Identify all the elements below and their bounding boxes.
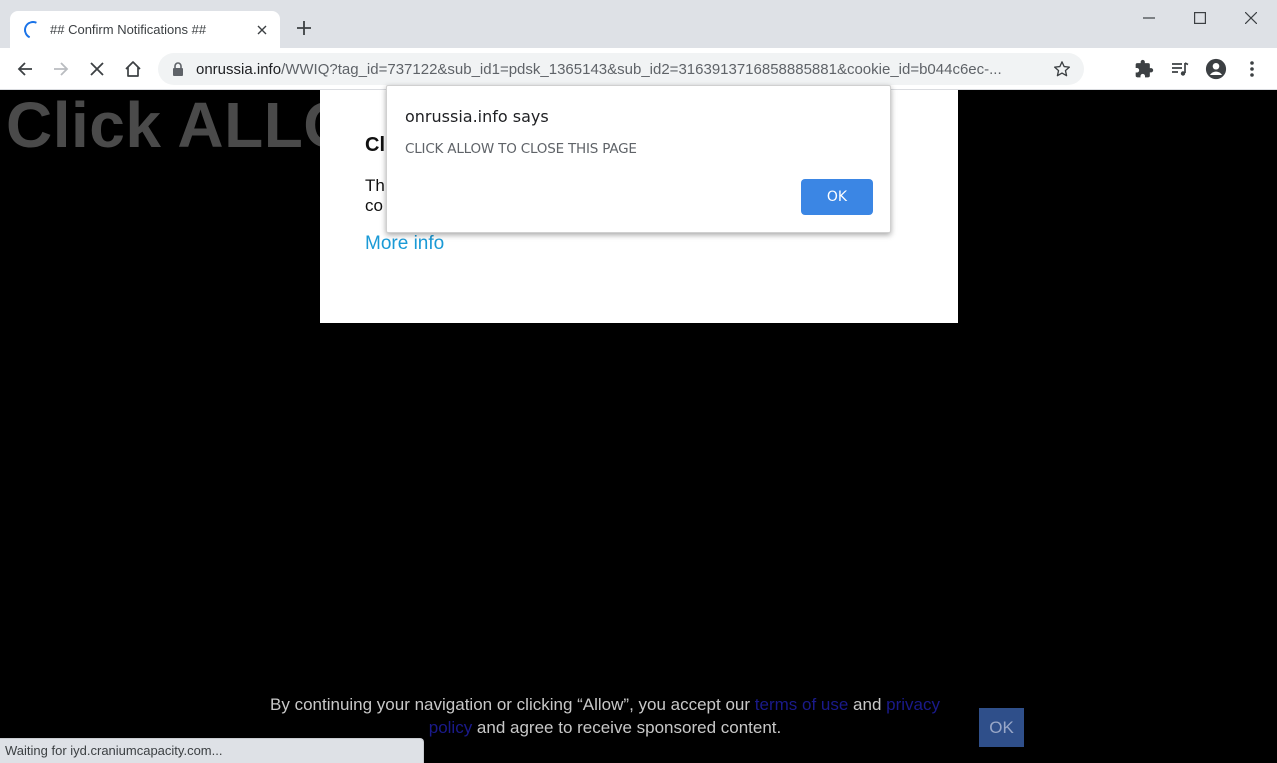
tab-active[interactable]: ## Confirm Notifications ##: [10, 11, 280, 48]
maximize-button[interactable]: [1175, 0, 1225, 36]
browser-toolbar: onrussia.info/WWIQ?tag_id=737122&sub_id1…: [0, 48, 1277, 90]
terms-of-use-link[interactable]: terms of use: [755, 695, 849, 714]
arrow-left-icon: [17, 62, 32, 76]
status-bubble: Waiting for iyd.craniumcapacity.com...: [0, 738, 424, 763]
forward-button[interactable]: [47, 55, 75, 83]
browser-window: ## Confirm Notifications ## onrussia.inf…: [0, 0, 1277, 763]
modal-title: Cl: [365, 134, 385, 156]
consent-text-middle: and: [848, 695, 887, 714]
alert-heading: onrussia.info says: [405, 107, 549, 126]
puzzle-icon: [1135, 59, 1154, 78]
plus-icon: [297, 21, 311, 35]
home-icon: [125, 61, 141, 77]
tab-close-icon[interactable]: [252, 20, 272, 40]
url-text[interactable]: onrussia.info/WWIQ?tag_id=737122&sub_id1…: [196, 61, 1048, 78]
stop-icon: [90, 62, 104, 76]
consent-banner-text: By continuing your navigation or clickin…: [250, 693, 960, 739]
profile-button[interactable]: [1202, 55, 1230, 83]
address-bar[interactable]: onrussia.info/WWIQ?tag_id=737122&sub_id1…: [158, 53, 1084, 85]
home-button[interactable]: [119, 55, 147, 83]
arrow-right-icon: [54, 62, 69, 76]
star-icon: [1053, 61, 1071, 77]
media-queue-icon: [1172, 62, 1189, 76]
minimize-icon: [1143, 17, 1155, 19]
consent-text-before: By continuing your navigation or clickin…: [270, 695, 755, 714]
alert-message: CLICK ALLOW TO CLOSE THIS PAGE: [405, 141, 637, 157]
close-window-button[interactable]: [1226, 0, 1276, 36]
more-info-link[interactable]: More info: [365, 233, 444, 255]
maximize-icon: [1194, 12, 1206, 24]
new-tab-button[interactable]: [292, 16, 316, 40]
js-alert-dialog: onrussia.info says CLICK ALLOW TO CLOSE …: [386, 85, 891, 233]
more-vert-icon: [1250, 61, 1254, 77]
chrome-menu-button[interactable]: [1238, 55, 1266, 83]
tab-strip: ## Confirm Notifications ##: [0, 0, 1277, 48]
extensions-button[interactable]: [1130, 55, 1158, 83]
back-button[interactable]: [11, 55, 39, 83]
account-avatar-icon: [1205, 58, 1227, 80]
media-control-button[interactable]: [1166, 55, 1194, 83]
url-path: /WWIQ?tag_id=737122&sub_id1=pdsk_1365143…: [281, 60, 1002, 78]
alert-ok-button[interactable]: OK: [801, 179, 873, 215]
loading-spinner-icon: [21, 17, 45, 42]
url-host: onrussia.info: [196, 60, 282, 78]
consent-ok-button[interactable]: OK: [979, 708, 1024, 747]
minimize-button[interactable]: [1124, 0, 1174, 36]
stop-loading-button[interactable]: [83, 55, 111, 83]
bookmark-star-button[interactable]: [1048, 55, 1076, 83]
consent-text-after: and agree to receive sponsored content.: [472, 718, 782, 737]
close-icon: [1245, 12, 1257, 24]
tab-title: ## Confirm Notifications ##: [50, 22, 207, 37]
lock-icon[interactable]: [172, 62, 184, 76]
